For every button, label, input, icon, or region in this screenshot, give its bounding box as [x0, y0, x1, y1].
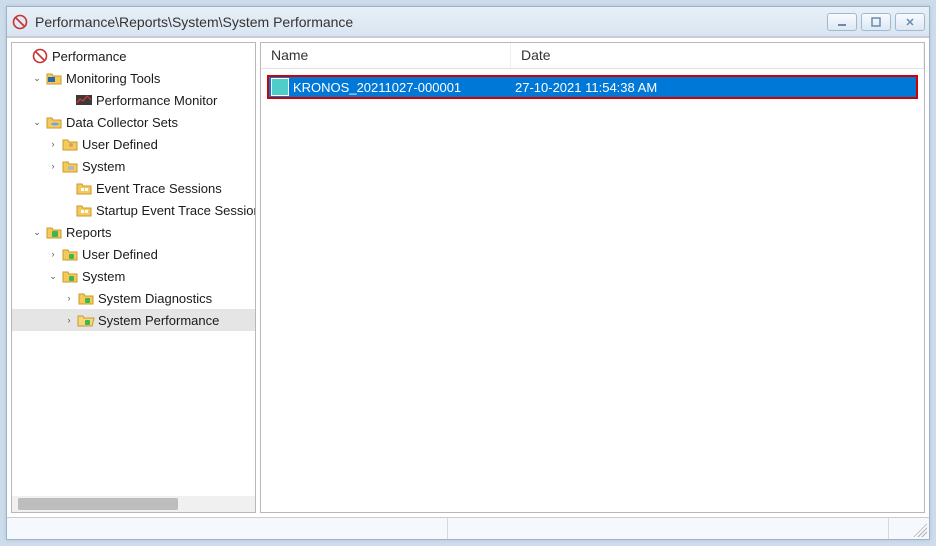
content-area: Performance ⌄ Monitoring Tools Performan… [7, 37, 929, 517]
tree-reports[interactable]: ⌄ Reports [12, 221, 255, 243]
folder-reports-icon [44, 223, 64, 241]
tree-label: Event Trace Sessions [96, 181, 222, 196]
folder-ets-icon [74, 179, 94, 197]
spacer-icon [60, 203, 74, 217]
tree-label: Startup Event Trace Sessions [96, 203, 256, 218]
folder-report-open-icon [76, 311, 96, 329]
tree-label: User Defined [82, 137, 158, 152]
minimize-button[interactable] [827, 13, 857, 31]
chevron-down-icon[interactable] [16, 49, 30, 63]
spacer-icon [60, 93, 74, 107]
perfmon-window: Performance\Reports\System\System Perfor… [6, 6, 930, 540]
chevron-right-icon[interactable]: › [46, 247, 60, 261]
tree-label: Data Collector Sets [66, 115, 178, 130]
tree-reports-system[interactable]: ⌄ System [12, 265, 255, 287]
chevron-right-icon[interactable]: › [46, 159, 60, 173]
perfmonitor-icon [74, 91, 94, 109]
tree-dcs-user-defined[interactable]: › User Defined [12, 133, 255, 155]
tree-label: System Diagnostics [98, 291, 212, 306]
chevron-right-icon[interactable]: › [46, 137, 60, 151]
tree-root-performance[interactable]: Performance [12, 45, 255, 67]
window-title: Performance\Reports\System\System Perfor… [35, 14, 827, 30]
perfmon-icon [30, 47, 50, 65]
folder-report-icon [76, 289, 96, 307]
chevron-down-icon[interactable]: ⌄ [30, 225, 44, 239]
folder-user-icon [60, 135, 80, 153]
tree-horizontal-scrollbar[interactable] [12, 496, 255, 512]
folder-db-icon [44, 113, 64, 131]
column-header-name[interactable]: Name [261, 43, 511, 68]
folder-reports-system-icon [60, 267, 80, 285]
list-body[interactable]: KRONOS_20211027-000001 27-10-2021 11:54:… [261, 69, 924, 512]
status-bar [7, 517, 929, 539]
tree-monitoring-tools[interactable]: ⌄ Monitoring Tools [12, 67, 255, 89]
tree-label: Performance Monitor [96, 93, 217, 108]
tree-data-collector-sets[interactable]: ⌄ Data Collector Sets [12, 111, 255, 133]
list-row[interactable]: KRONOS_20211027-000001 27-10-2021 11:54:… [267, 75, 918, 99]
tree-label: Reports [66, 225, 112, 240]
tree-label: System [82, 159, 125, 174]
list-header: Name Date [261, 43, 924, 69]
report-icon [271, 78, 289, 96]
maximize-button[interactable] [861, 13, 891, 31]
spacer-icon [60, 181, 74, 195]
folder-reports-user-icon [60, 245, 80, 263]
tree-label: Performance [52, 49, 126, 64]
tree-event-trace-sessions[interactable]: Event Trace Sessions [12, 177, 255, 199]
chevron-right-icon[interactable]: › [62, 291, 76, 305]
status-cell [7, 518, 448, 539]
resize-grip[interactable] [889, 518, 929, 539]
chevron-down-icon[interactable]: ⌄ [46, 269, 60, 283]
scrollbar-thumb[interactable] [18, 498, 178, 510]
tree-performance-monitor[interactable]: Performance Monitor [12, 89, 255, 111]
folder-icon [44, 69, 64, 87]
tree-system-performance[interactable]: › System Performance [12, 309, 255, 331]
tree-label: System [82, 269, 125, 284]
column-header-date[interactable]: Date [511, 43, 924, 68]
report-name: KRONOS_20211027-000001 [293, 80, 461, 95]
tree-reports-user-defined[interactable]: › User Defined [12, 243, 255, 265]
status-cell [448, 518, 889, 539]
close-button[interactable] [895, 13, 925, 31]
window-controls [827, 13, 925, 31]
app-icon [11, 13, 29, 31]
chevron-right-icon[interactable]: › [62, 313, 76, 327]
tree-pane[interactable]: Performance ⌄ Monitoring Tools Performan… [11, 42, 256, 513]
list-pane: Name Date KRONOS_20211027-000001 27-10-2… [260, 42, 925, 513]
chevron-down-icon[interactable]: ⌄ [30, 71, 44, 85]
tree-system-diagnostics[interactable]: › System Diagnostics [12, 287, 255, 309]
tree-label: System Performance [98, 313, 219, 328]
tree-startup-event-trace-sessions[interactable]: Startup Event Trace Sessions [12, 199, 255, 221]
list-cell-date: 27-10-2021 11:54:38 AM [513, 80, 916, 95]
tree-label: User Defined [82, 247, 158, 262]
tree-label: Monitoring Tools [66, 71, 160, 86]
tree-dcs-system[interactable]: › System [12, 155, 255, 177]
folder-sets-icon [74, 201, 94, 219]
folder-system-icon [60, 157, 80, 175]
titlebar[interactable]: Performance\Reports\System\System Perfor… [7, 7, 929, 37]
chevron-down-icon[interactable]: ⌄ [30, 115, 44, 129]
navigation-tree: Performance ⌄ Monitoring Tools Performan… [12, 43, 255, 512]
list-cell-name: KRONOS_20211027-000001 [269, 78, 513, 96]
